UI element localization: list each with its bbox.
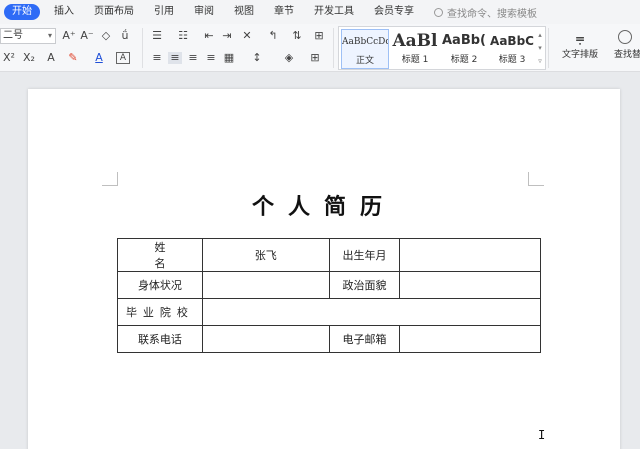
line-spacing-icon[interactable]: ↕ <box>250 52 264 64</box>
chevron-down-icon: ▾ <box>47 31 52 40</box>
table-cell-value[interactable] <box>201 325 330 353</box>
clear-format-icon[interactable]: ◇ <box>99 30 113 42</box>
align-right-icon[interactable]: ≡ <box>186 52 200 64</box>
justify-icon[interactable]: ≡ <box>204 52 218 64</box>
table-cell-label[interactable]: 政治面貌 <box>328 271 401 299</box>
sort-icon[interactable]: ⇅ <box>290 30 304 42</box>
table-cell-value[interactable] <box>399 238 541 272</box>
menu-bar: 开始 插入 页面布局 引用 审阅 视图 章节 开发工具 会员专享 查找命令、搜索… <box>0 0 640 24</box>
text-layout-label: 文字排版 <box>561 50 598 60</box>
margin-marker-top-right <box>528 172 544 186</box>
style-heading-2[interactable]: AaBb( 标题 2 <box>440 29 488 69</box>
find-replace-button[interactable]: 查找替换 <box>614 28 640 62</box>
style-heading-2-label: 标题 2 <box>450 55 478 65</box>
font-size-value: 二号 <box>3 30 23 41</box>
table-cell-value[interactable] <box>201 271 330 299</box>
text-layout-button[interactable]: ⩦ 文字排版 <box>552 28 608 62</box>
document-page[interactable]: 个人简历 姓 名 张飞 出生年月 身体状况 政治面貌 毕业院校 联系电话 电子邮… <box>28 89 620 449</box>
tab-home[interactable]: 开始 <box>4 4 40 20</box>
chinese-layout-icon[interactable]: ✕ <box>240 30 254 42</box>
tab-references[interactable]: 引用 <box>144 0 184 24</box>
table-cell-value[interactable] <box>201 298 542 326</box>
increase-indent-icon[interactable]: ⇥ <box>220 30 234 42</box>
table-row: 身体状况 政治面貌 <box>117 271 541 299</box>
tab-developer[interactable]: 开发工具 <box>304 0 364 24</box>
style-heading-3[interactable]: AaBbC 标题 3 <box>489 29 535 69</box>
phonetic-guide-icon[interactable]: ǘ <box>118 30 132 42</box>
tab-review[interactable]: 审阅 <box>184 0 224 24</box>
bullet-list-icon[interactable]: ☰ <box>150 30 164 42</box>
command-search-placeholder: 查找命令、搜索模板 <box>447 8 537 20</box>
highlight-icon[interactable]: ✎ <box>66 52 80 64</box>
style-heading-3-label: 标题 3 <box>498 55 526 65</box>
search-icon <box>434 7 443 17</box>
table-row: 毕业院校 <box>117 298 542 326</box>
text-layout-icon: ⩦ <box>575 28 585 47</box>
table-cell-value[interactable]: 张飞 <box>201 238 330 272</box>
find-replace-label: 查找替换 <box>614 50 640 60</box>
chevron-up-icon[interactable]: ▴ <box>536 29 544 42</box>
tab-view[interactable]: 视图 <box>224 0 264 24</box>
style-normal[interactable]: AaBbCcDd 正文 <box>341 29 389 69</box>
decrease-indent-icon[interactable]: ⇤ <box>202 30 216 42</box>
table-cell-label[interactable]: 姓 名 <box>117 238 203 272</box>
tab-insert[interactable]: 插入 <box>44 0 84 24</box>
table-cell-value[interactable] <box>399 271 541 299</box>
superscript-icon[interactable]: X² <box>2 52 16 64</box>
ribbon-toolbar: 二号 ▾ A⁺ A⁻ ◇ ǘ X² X₂ A ✎ A A ☰ ☷ ⇤ ⇥ ✕ ↰… <box>0 24 640 72</box>
borders-icon[interactable]: ⊞ <box>308 52 322 64</box>
table-row: 姓 名 张飞 出生年月 <box>117 238 541 272</box>
style-normal-label: 正文 <box>355 56 374 66</box>
align-left-icon[interactable]: ≡ <box>150 52 164 64</box>
table-cell-label[interactable]: 毕业院校 <box>117 298 203 326</box>
shading-icon[interactable]: ◈ <box>282 52 296 64</box>
style-heading-3-sample: AaBbC <box>490 34 534 48</box>
distribute-icon[interactable]: ▦ <box>222 52 236 64</box>
resume-table[interactable]: 姓 名 张飞 出生年月 身体状况 政治面貌 毕业院校 联系电话 电子邮箱 <box>117 238 542 353</box>
subscript-icon[interactable]: X₂ <box>22 52 36 64</box>
magnifier-icon <box>618 30 632 44</box>
table-row: 联系电话 电子邮箱 <box>117 325 541 353</box>
document-title[interactable]: 个人简历 <box>28 189 620 221</box>
style-normal-sample: AaBbCcDd <box>342 37 388 47</box>
table-cell-label[interactable]: 身体状况 <box>117 271 203 299</box>
font-color-icon[interactable]: A <box>92 52 106 64</box>
table-cell-value[interactable] <box>399 325 541 353</box>
margin-marker-top-left <box>102 172 118 186</box>
style-heading-1-label: 标题 1 <box>401 55 429 65</box>
grow-font-icon[interactable]: A⁺ <box>62 30 76 42</box>
char-border-icon[interactable]: A <box>116 52 130 64</box>
command-search[interactable]: 查找命令、搜索模板 <box>424 5 537 20</box>
document-workspace[interactable]: 个人简历 姓 名 张飞 出生年月 身体状况 政治面貌 毕业院校 联系电话 电子邮… <box>0 73 640 449</box>
styles-scroll[interactable]: ▴ ▾ ▿ <box>536 29 544 69</box>
tab-page-layout[interactable]: 页面布局 <box>84 0 144 24</box>
tab-member[interactable]: 会员专享 <box>364 0 424 24</box>
style-heading-1[interactable]: AaBl 标题 1 <box>391 29 439 69</box>
tab-sections[interactable]: 章节 <box>264 0 304 24</box>
align-center-icon[interactable]: ≡ <box>168 52 182 64</box>
styles-gallery: AaBbCcDd 正文 AaBl 标题 1 AaBb( 标题 2 AaBbC 标… <box>338 26 546 70</box>
table-cell-label[interactable]: 联系电话 <box>117 325 203 353</box>
numbered-list-icon[interactable]: ☷ <box>176 30 190 42</box>
text-direction-icon[interactable]: ↰ <box>266 30 280 42</box>
table-cell-label[interactable]: 电子邮箱 <box>328 325 401 353</box>
font-size-select[interactable]: 二号 ▾ <box>0 28 56 44</box>
char-effect-icon[interactable]: A <box>44 52 58 64</box>
text-cursor-icon: I <box>538 428 546 442</box>
style-heading-1-sample: AaBl <box>392 31 438 51</box>
style-heading-2-sample: AaBb( <box>442 33 486 48</box>
shrink-font-icon[interactable]: A⁻ <box>80 30 94 42</box>
show-marks-icon[interactable]: ⊞ <box>312 30 326 42</box>
chevron-down-icon[interactable]: ▾ <box>536 42 544 55</box>
more-styles-icon[interactable]: ▿ <box>536 55 544 68</box>
table-cell-label[interactable]: 出生年月 <box>328 238 401 272</box>
